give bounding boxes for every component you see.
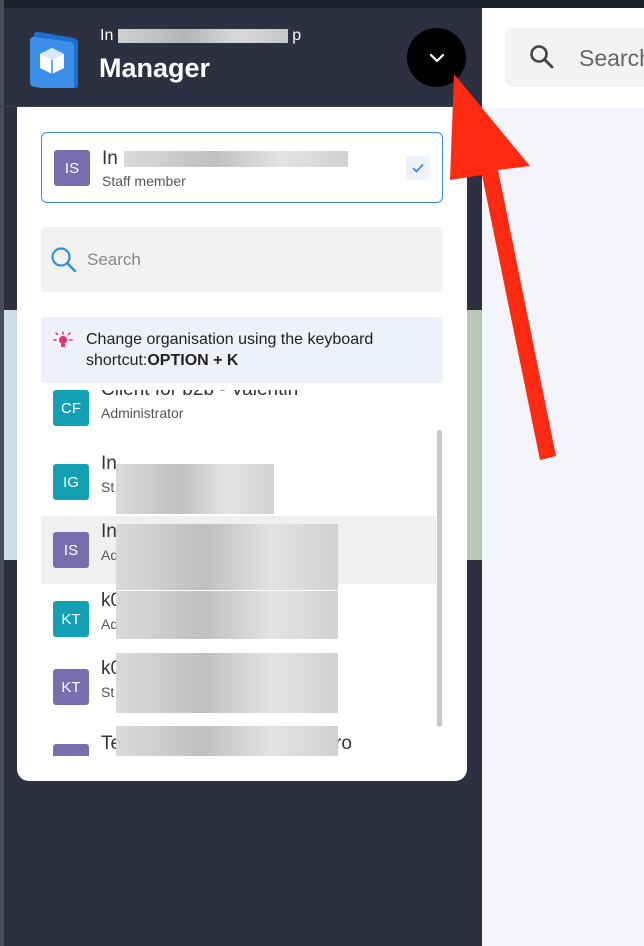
brand-subtitle-text: In — [100, 27, 114, 44]
org-switcher-toggle-button[interactable] — [407, 28, 466, 87]
main-content: Search — [482, 8, 644, 946]
search-icon — [530, 45, 554, 69]
org-role: Administrator — [101, 405, 184, 421]
keyboard-shortcut-tip: Change organisation using the keyboard s… — [41, 317, 443, 383]
avatar: IS — [54, 150, 90, 186]
tip-text: Change organisation using the keyboard s… — [86, 329, 426, 371]
avatar: T — [53, 744, 89, 756]
org-switcher-panel: IS In Staff member Change organisation u… — [17, 107, 467, 781]
list-item[interactable]: IS In Ad — [41, 516, 436, 590]
brand-title: Manager — [99, 53, 211, 83]
list-item[interactable]: CF Client for b2b - Valentin Administrat… — [41, 390, 436, 442]
tip-shortcut: OPTION + K — [147, 352, 239, 369]
avatar: KT — [53, 669, 89, 705]
search-icon — [51, 247, 77, 273]
brand-subtitle: In p — [100, 27, 301, 45]
org-name: In — [101, 453, 117, 474]
avatar: IG — [53, 464, 89, 500]
avatar: KT — [53, 601, 89, 637]
global-search-input[interactable]: Search — [505, 28, 644, 87]
current-org-name-text: In — [102, 148, 118, 169]
list-item[interactable]: KT k0 St — [41, 653, 436, 721]
list-item[interactable]: KT k0 Ad — [41, 585, 436, 653]
redacted-text — [116, 524, 338, 590]
org-name: Client for b2b - Valentin — [101, 390, 298, 401]
org-list-scrollbar[interactable] — [437, 430, 442, 727]
current-org-card[interactable]: IS In Staff member — [41, 132, 443, 203]
main-header: Search — [482, 8, 644, 108]
check-icon — [406, 156, 430, 180]
org-role: St — [101, 684, 115, 700]
window-top-border — [0, 0, 644, 8]
brand-subtitle-tail: p — [292, 27, 302, 44]
org-search-field[interactable] — [41, 227, 443, 292]
redacted-text — [124, 151, 348, 167]
org-search-input[interactable] — [87, 247, 417, 273]
org-name: In — [101, 521, 117, 542]
current-org-role: Staff member — [102, 173, 186, 189]
list-item[interactable]: IG In St — [41, 448, 436, 516]
avatar: IS — [53, 532, 89, 568]
brand-logo-icon — [28, 26, 84, 92]
org-role: St — [101, 479, 115, 495]
org-list[interactable]: CF Client for b2b - Valentin Administrat… — [17, 390, 467, 756]
lightbulb-icon — [53, 331, 73, 347]
current-org-name: In — [102, 148, 118, 170]
redacted-text — [116, 591, 338, 639]
redacted-text — [116, 464, 274, 514]
list-item[interactable]: T Tero — [41, 726, 436, 756]
chevron-down-icon — [429, 53, 444, 62]
redacted-text — [117, 28, 288, 43]
global-search-placeholder: Search — [579, 45, 644, 71]
avatar: CF — [53, 390, 89, 426]
redacted-text — [116, 726, 338, 756]
redacted-text — [116, 653, 338, 713]
window-left-border — [0, 0, 4, 946]
